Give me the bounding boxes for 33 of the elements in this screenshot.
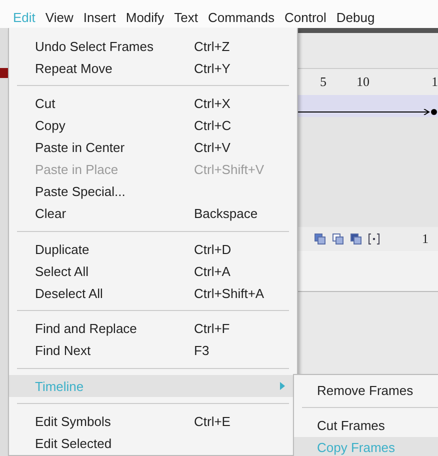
menu-bar-item[interactable]: Debug	[331, 8, 380, 28]
menu-item[interactable]: Find and Replace Ctrl+F	[9, 318, 297, 340]
frame-number: 1	[422, 231, 428, 247]
menu-item[interactable]: Undo Select Frames Ctrl+Z	[9, 35, 297, 57]
menu-item[interactable]: Duplicate Ctrl+D	[9, 238, 297, 260]
menu-item[interactable]: Clear Backspace	[9, 202, 297, 224]
center-frame-icon[interactable]	[368, 233, 380, 245]
layer-icon[interactable]	[332, 233, 344, 245]
panel-marker	[0, 68, 8, 78]
ruler-number: 10	[356, 74, 370, 90]
menu-item[interactable]: Copy Ctrl+C	[9, 114, 297, 136]
layer-icon[interactable]	[350, 233, 362, 245]
menu-item[interactable]: Paste Special...	[9, 180, 297, 202]
menu-item[interactable]: Select All Ctrl+A	[9, 260, 297, 282]
menu-item[interactable]: Edit Selected	[9, 432, 297, 454]
ruler-number: 1	[432, 74, 438, 90]
menu-bar-item[interactable]: Modify	[120, 8, 170, 28]
menu-item[interactable]: Deselect All Ctrl+Shift+A	[9, 282, 297, 304]
menu-item[interactable]: Cut Ctrl+X	[9, 92, 297, 114]
menu-item[interactable]: Paste in Center Ctrl+V	[9, 136, 297, 158]
menu-bar-item[interactable]: Text	[169, 8, 204, 28]
menu-item[interactable]: Remove Frames	[294, 379, 438, 401]
submenu-arrow-icon	[280, 382, 285, 390]
menu-bar-item[interactable]: Insert	[78, 8, 121, 28]
menu-bar-item[interactable]: Control	[279, 8, 332, 28]
ruler-number: 5	[320, 74, 326, 90]
menu-item[interactable]: Find Next F3	[9, 340, 297, 362]
menu-item[interactable]: Edit Symbols Ctrl+E	[9, 410, 297, 432]
menu-bar-item[interactable]: Commands	[203, 8, 280, 28]
menu-bar-item[interactable]: View	[40, 8, 78, 28]
menu-item[interactable]: Cut Frames	[294, 414, 438, 436]
menu-item[interactable]: Repeat Move Ctrl+Y	[9, 57, 297, 79]
layer-icon[interactable]	[314, 233, 326, 245]
